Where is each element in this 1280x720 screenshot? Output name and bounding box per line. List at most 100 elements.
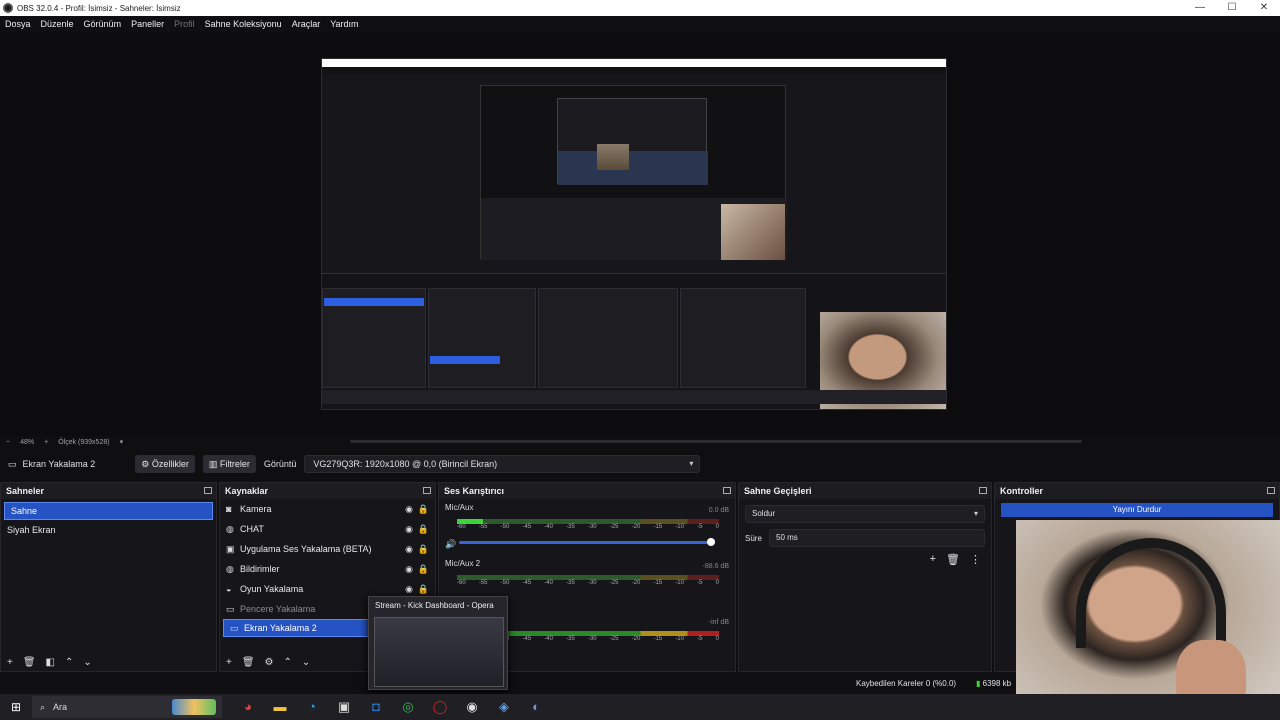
- eye-icon[interactable]: ◉: [405, 559, 413, 579]
- properties-label: Özellikler: [151, 459, 189, 469]
- menu-help[interactable]: Yardım: [330, 19, 358, 29]
- duration-input[interactable]: 50 ms: [769, 529, 985, 547]
- headset-shape: [1076, 538, 1226, 648]
- undock-icon[interactable]: [423, 487, 431, 494]
- menu-docks[interactable]: Paneller: [131, 19, 164, 29]
- channel-name: Mic/Aux: [445, 503, 474, 512]
- whatsapp-icon[interactable]: ◎: [392, 694, 424, 720]
- eye-icon[interactable]: ◉: [405, 519, 413, 539]
- undock-icon[interactable]: [723, 487, 731, 494]
- preview-nested-camera: [597, 144, 629, 170]
- transition-select[interactable]: Soldur: [745, 505, 985, 523]
- close-icon[interactable]: ✕: [1248, 0, 1280, 16]
- taskbar-search[interactable]: ⌕ Ara: [32, 696, 222, 718]
- stop-stream-button[interactable]: Yayını Durdur: [1001, 503, 1273, 517]
- volume-slider-knob[interactable]: [707, 538, 715, 546]
- popup-title: Stream - Kick Dashboard - Opera: [375, 601, 494, 610]
- minimize-icon[interactable]: —: [1184, 0, 1216, 16]
- lock-icon[interactable]: 🔒: [418, 499, 429, 519]
- preview-selected-scene: [324, 298, 424, 306]
- discord-icon[interactable]: ◐: [520, 694, 552, 720]
- obs-icon[interactable]: ◉: [456, 694, 488, 720]
- globe-icon: ◍: [226, 564, 234, 574]
- duration-label: Süre: [745, 533, 762, 543]
- trash-icon[interactable]: 🗑: [23, 657, 36, 668]
- signal-icon: ▮: [976, 679, 981, 688]
- channel-db: 0.0 dB: [708, 507, 729, 514]
- transition-actions: + 🗑 ⋮: [739, 553, 981, 566]
- add-icon[interactable]: +: [930, 553, 936, 566]
- sources-dock-title: Kaynaklar: [220, 483, 435, 499]
- scene-filters-icon[interactable]: ◧: [46, 657, 55, 668]
- preview-selected-source: [430, 356, 500, 364]
- window-controls: — ☐ ✕: [1184, 0, 1280, 16]
- app-icon[interactable]: ◈: [488, 694, 520, 720]
- menu-view[interactable]: Görünüm: [84, 19, 122, 29]
- lock-icon[interactable]: 🔒: [418, 559, 429, 579]
- move-down-icon[interactable]: ⌄: [302, 657, 310, 668]
- volume-slider[interactable]: [459, 538, 715, 546]
- bitrate-value: 6398 kb: [982, 679, 1012, 688]
- undock-icon[interactable]: [1267, 487, 1275, 494]
- move-up-icon[interactable]: ⌃: [65, 657, 73, 668]
- scene-label: Sahne: [11, 506, 38, 516]
- filters-button[interactable]: ▥ Filtreler: [202, 455, 256, 473]
- preview-canvas[interactable]: [321, 58, 947, 410]
- menu-profile[interactable]: Profil: [174, 19, 195, 29]
- chrome-icon[interactable]: ◕: [232, 694, 264, 720]
- windows-start-icon[interactable]: ⊞: [0, 700, 32, 714]
- speaker-icon[interactable]: 🔊: [445, 539, 456, 550]
- lock-icon[interactable]: 🔒: [418, 539, 429, 559]
- gear-icon[interactable]: ⚙: [265, 657, 274, 668]
- scene-item-sahne[interactable]: Sahne: [4, 502, 213, 520]
- outlook-icon[interactable]: ◘: [360, 694, 392, 720]
- source-item-bildirimler[interactable]: ◍ Bildirimler ◉ 🔒: [220, 559, 435, 579]
- trash-icon[interactable]: 🗑: [946, 553, 960, 566]
- menu-file[interactable]: Dosya: [5, 19, 31, 29]
- preview-horizontal-scrollbar[interactable]: [350, 440, 1082, 443]
- status-bar: Kaybedilen Kareler 0 (%0.0) ▮ 6398 kb: [0, 674, 1280, 694]
- maximize-icon[interactable]: ☐: [1216, 0, 1248, 16]
- preview-recursive-window: [557, 98, 708, 185]
- eye-icon[interactable]: ◉: [405, 539, 413, 559]
- move-up-icon[interactable]: ⌃: [284, 657, 292, 668]
- scale-label[interactable]: Ölçek (939x528): [58, 439, 109, 446]
- undock-icon[interactable]: [979, 487, 987, 494]
- source-item-chat[interactable]: ◍ CHAT ◉ 🔒: [220, 519, 435, 539]
- store-icon[interactable]: ▣: [328, 694, 360, 720]
- move-down-icon[interactable]: ⌄: [83, 657, 91, 668]
- opera-icon[interactable]: ◯: [424, 694, 456, 720]
- eye-icon[interactable]: ◉: [405, 499, 413, 519]
- add-icon[interactable]: +: [7, 657, 13, 668]
- edge-icon[interactable]: ◔: [296, 694, 328, 720]
- preview-nested-menubar: [322, 67, 946, 74]
- search-placeholder: Ara: [53, 702, 68, 712]
- folder-icon[interactable]: ▬: [264, 694, 296, 720]
- controls-title-text: Kontroller: [1000, 486, 1044, 496]
- source-item-app-audio[interactable]: ▣ Uygulama Ses Yakalama (BETA) ◉ 🔒: [220, 539, 435, 559]
- add-icon[interactable]: +: [226, 657, 232, 668]
- source-label: Bildirimler: [240, 564, 280, 574]
- mixer-dock-title: Ses Karıştırıcı: [439, 483, 735, 499]
- menu-tools[interactable]: Araçlar: [292, 19, 321, 29]
- search-icon: ⌕: [40, 701, 46, 712]
- menu-edit[interactable]: Düzenle: [41, 19, 74, 29]
- display-label: Görüntü: [263, 459, 297, 469]
- undock-icon[interactable]: [204, 487, 212, 494]
- chevron-down-icon[interactable]: ▾: [120, 438, 124, 446]
- search-highlight-image: [172, 699, 216, 715]
- display-select[interactable]: VG279Q3R: 1920x1080 @ 0,0 (Birincil Ekra…: [304, 455, 701, 473]
- properties-button[interactable]: ⚙ Özellikler: [135, 455, 195, 473]
- preview-area[interactable]: [0, 32, 1280, 436]
- source-label: Ekran Yakalama 2: [244, 623, 317, 633]
- scene-item-siyah-ekran[interactable]: Siyah Ekran: [1, 520, 216, 540]
- more-icon[interactable]: ⋮: [970, 553, 981, 566]
- zoom-in-button[interactable]: +: [44, 439, 48, 446]
- lock-icon[interactable]: 🔒: [418, 519, 429, 539]
- windows-taskbar: ⊞ ⌕ Ara ◕ ▬ ◔ ▣ ◘ ◎ ◯ ◉ ◈ ◐: [0, 694, 1280, 720]
- menu-scene-collection[interactable]: Sahne Koleksiyonu: [205, 19, 282, 29]
- trash-icon[interactable]: 🗑: [242, 657, 255, 668]
- source-toolbar: ▭ Ekran Yakalama 2 ⚙ Özellikler ▥ Filtre…: [0, 454, 1280, 474]
- zoom-out-button[interactable]: −: [6, 439, 10, 446]
- source-item-kamera[interactable]: ◙ Kamera ◉ 🔒: [220, 499, 435, 519]
